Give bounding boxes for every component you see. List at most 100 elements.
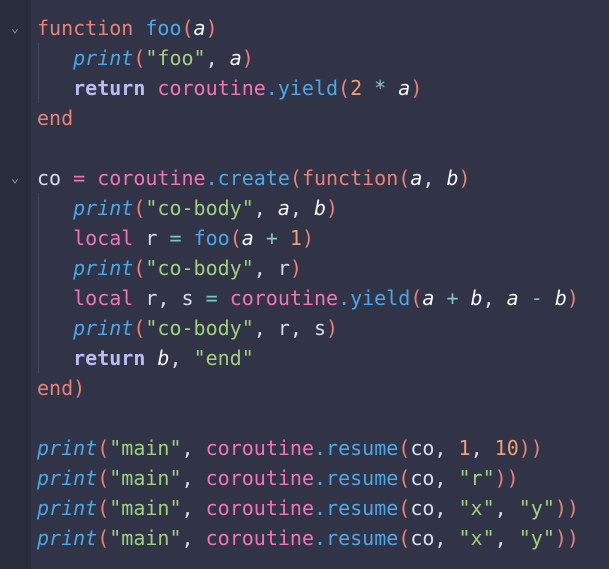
indent-guide bbox=[38, 343, 39, 373]
code-token: , bbox=[470, 436, 495, 460]
code-token: local bbox=[73, 286, 146, 310]
code-token: .yield bbox=[265, 76, 339, 100]
code-token: coroutine bbox=[205, 526, 314, 550]
code-token: "y" bbox=[518, 526, 555, 550]
code-token: ( bbox=[97, 466, 110, 490]
code-token: , bbox=[181, 466, 206, 490]
code-token: 1 bbox=[458, 436, 471, 460]
code-token: 1 bbox=[289, 226, 302, 250]
indent-guide bbox=[38, 283, 39, 313]
code-token: coroutine bbox=[205, 466, 314, 490]
code-token: "r" bbox=[458, 466, 495, 490]
code-token: local bbox=[73, 226, 146, 250]
code-token: ( bbox=[97, 436, 110, 460]
fold-chevron-icon[interactable]: ⌄ bbox=[7, 163, 23, 193]
indent-guide bbox=[38, 193, 39, 223]
code-token: , bbox=[434, 526, 459, 550]
code-token: ) bbox=[410, 76, 423, 100]
code-token: print bbox=[37, 436, 98, 460]
code-line[interactable]: print("co-body", a, b) bbox=[37, 193, 579, 223]
code-token: ) bbox=[458, 166, 471, 190]
code-token: coroutine bbox=[205, 436, 314, 460]
code-token: "co-body" bbox=[145, 256, 254, 280]
code-token: , bbox=[434, 436, 459, 460]
code-token: "end" bbox=[193, 346, 254, 370]
code-token: r bbox=[277, 316, 290, 340]
code-token: ( bbox=[398, 436, 411, 460]
code-token: "main" bbox=[109, 466, 182, 490]
code-line[interactable]: print("co-body", r, s) bbox=[37, 313, 579, 343]
code-token: "co-body" bbox=[145, 316, 254, 340]
code-token: , bbox=[253, 316, 278, 340]
code-token: s bbox=[314, 316, 327, 340]
code-token: ) bbox=[326, 316, 339, 340]
code-line[interactable]: print("foo", a) bbox=[37, 43, 579, 73]
code-line[interactable]: end) bbox=[37, 373, 579, 403]
code-token: "y" bbox=[518, 496, 555, 520]
code-token: print bbox=[73, 46, 134, 70]
code-token: .resume bbox=[313, 496, 399, 520]
code-line[interactable]: print("main", coroutine.resume(co, "x", … bbox=[37, 523, 579, 553]
code-line[interactable]: local r, s = coroutine.yield(a + b, a - … bbox=[37, 283, 579, 313]
code-token: function bbox=[37, 16, 146, 40]
code-line[interactable]: ⌄ function foo(a) bbox=[11, 13, 579, 43]
code-token: ( bbox=[289, 166, 302, 190]
code-token: print bbox=[73, 196, 134, 220]
code-token: * bbox=[362, 76, 399, 100]
code-token: co bbox=[410, 496, 435, 520]
code-token: coroutine bbox=[205, 496, 314, 520]
code-token: "main" bbox=[109, 436, 182, 460]
code-line[interactable]: end bbox=[37, 103, 579, 133]
code-token: ) bbox=[289, 256, 302, 280]
code-line[interactable]: local r = foo(a + 1) bbox=[37, 223, 579, 253]
code-token: print bbox=[37, 526, 98, 550]
code-token: co bbox=[410, 526, 435, 550]
code-token: ( bbox=[133, 46, 146, 70]
code-token: ( bbox=[229, 226, 242, 250]
code-line[interactable] bbox=[37, 403, 579, 433]
code-token: "x" bbox=[458, 526, 495, 550]
code-token: .resume bbox=[313, 466, 399, 490]
code-token: coroutine bbox=[157, 76, 266, 100]
code-token: )) bbox=[494, 466, 519, 490]
code-token: ( bbox=[97, 496, 110, 520]
code-line[interactable]: print("main", coroutine.resume(co, "r")) bbox=[37, 463, 579, 493]
code-token: a bbox=[506, 286, 519, 310]
code-token: ( bbox=[398, 466, 411, 490]
code-token: function bbox=[301, 166, 399, 190]
code-line[interactable] bbox=[37, 133, 579, 163]
code-token: "main" bbox=[109, 526, 182, 550]
code-token: foo bbox=[145, 16, 182, 40]
code-line[interactable]: print("co-body", r) bbox=[37, 253, 579, 283]
code-line[interactable]: print("main", coroutine.resume(co, 1, 10… bbox=[37, 433, 579, 463]
code-token: print bbox=[73, 316, 134, 340]
code-line[interactable]: ⌄ co = coroutine.create(function(a, b) bbox=[11, 163, 579, 193]
indent-guide bbox=[38, 73, 39, 103]
code-line[interactable]: return b, "end" bbox=[37, 343, 579, 373]
code-token: , bbox=[289, 196, 314, 220]
code-token: "co-body" bbox=[145, 196, 254, 220]
code-token: , bbox=[422, 166, 447, 190]
code-token: .yield bbox=[338, 286, 411, 310]
code-token: b bbox=[314, 196, 327, 220]
code-token: , bbox=[253, 256, 278, 280]
code-line[interactable]: print("main", coroutine.resume(co, "x", … bbox=[37, 493, 579, 523]
code-token: ( bbox=[398, 166, 411, 190]
code-token: , bbox=[205, 46, 230, 70]
code-token: a bbox=[422, 286, 435, 310]
code-token: = bbox=[169, 226, 194, 250]
code-token: ) bbox=[326, 196, 339, 220]
code-token: = bbox=[205, 286, 230, 310]
code-token: r bbox=[145, 226, 170, 250]
code-token: ) bbox=[301, 226, 314, 250]
fold-chevron-icon[interactable]: ⌄ bbox=[7, 13, 23, 43]
code-editor[interactable]: ⌄ function foo(a) print("foo", a) return … bbox=[11, 13, 579, 553]
code-token: , bbox=[289, 316, 314, 340]
code-line[interactable]: return coroutine.yield(2 * a) bbox=[37, 73, 579, 103]
code-token: print bbox=[37, 466, 98, 490]
code-token: ) bbox=[205, 16, 218, 40]
